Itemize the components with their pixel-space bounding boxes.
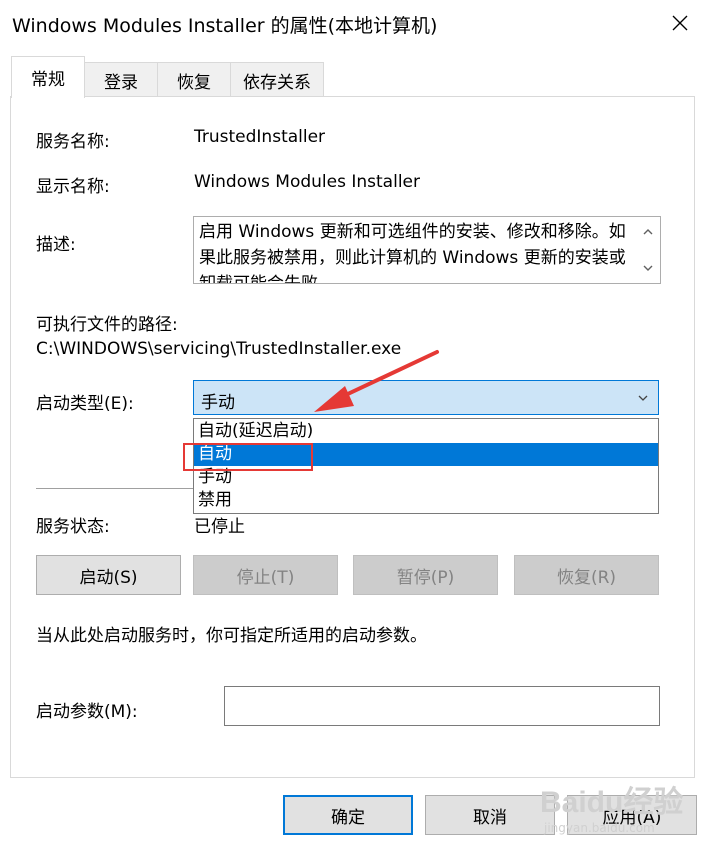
stop-button[interactable]: 停止(T) [193, 555, 338, 595]
watermark: Baidu经验 jingyan.baidu.com [540, 777, 683, 835]
watermark-logo: Baidu经验 [540, 786, 684, 819]
description-text: 启用 Windows 更新和可选组件的安装、修改和移除。如果此服务被禁用，则此计… [199, 222, 626, 284]
ok-button[interactable]: 确定 [283, 795, 413, 835]
watermark-url: jingyan.baidu.com [544, 821, 655, 835]
resume-button[interactable]: 恢复(R) [514, 555, 659, 595]
tab-general[interactable]: 常规 [11, 56, 85, 98]
tab-recovery[interactable]: 恢复 [157, 62, 231, 97]
description-label: 描述: [36, 235, 76, 255]
exe-path-label: 可执行文件的路径: [36, 315, 178, 335]
display-name-value: Windows Modules Installer [194, 172, 420, 192]
scroll-up-icon[interactable] [641, 225, 655, 239]
start-params-label: 启动参数(M): [36, 702, 138, 722]
chevron-down-icon [638, 395, 648, 401]
description-scrollbar[interactable] [636, 217, 660, 283]
service-status-label: 服务状态: [36, 517, 110, 537]
service-name-label: 服务名称: [36, 132, 110, 152]
option-disabled[interactable]: 禁用 [194, 489, 658, 512]
close-icon [672, 15, 688, 31]
cancel-button[interactable]: 取消 [425, 795, 555, 835]
description-box[interactable]: 启用 Windows 更新和可选组件的安装、修改和移除。如果此服务被禁用，则此计… [193, 216, 661, 284]
start-button[interactable]: 启动(S) [36, 555, 181, 595]
service-name-value: TrustedInstaller [194, 127, 326, 147]
tab-dependencies[interactable]: 依存关系 [230, 62, 324, 97]
service-status-value: 已停止 [194, 517, 245, 537]
pause-button[interactable]: 暂停(P) [353, 555, 498, 595]
startup-type-value: 手动 [201, 393, 235, 413]
title-bar: Windows Modules Installer 的属性(本地计算机) [0, 0, 707, 46]
annotation-highlight-box [183, 443, 313, 471]
option-auto-delayed[interactable]: 自动(延迟启动) [194, 420, 658, 443]
start-params-hint: 当从此处启动服务时，你可指定所适用的启动参数。 [36, 626, 427, 646]
tab-logon[interactable]: 登录 [84, 62, 158, 97]
scroll-down-icon[interactable] [641, 261, 655, 275]
exe-path-value: C:\WINDOWS\servicing\TrustedInstaller.ex… [36, 339, 402, 359]
start-params-input[interactable] [224, 686, 660, 726]
startup-type-label: 启动类型(E): [36, 394, 134, 414]
close-button[interactable] [660, 6, 700, 40]
display-name-label: 显示名称: [36, 177, 110, 197]
startup-type-select[interactable]: 手动 [193, 380, 659, 415]
window-title: Windows Modules Installer 的属性(本地计算机) [12, 15, 438, 37]
